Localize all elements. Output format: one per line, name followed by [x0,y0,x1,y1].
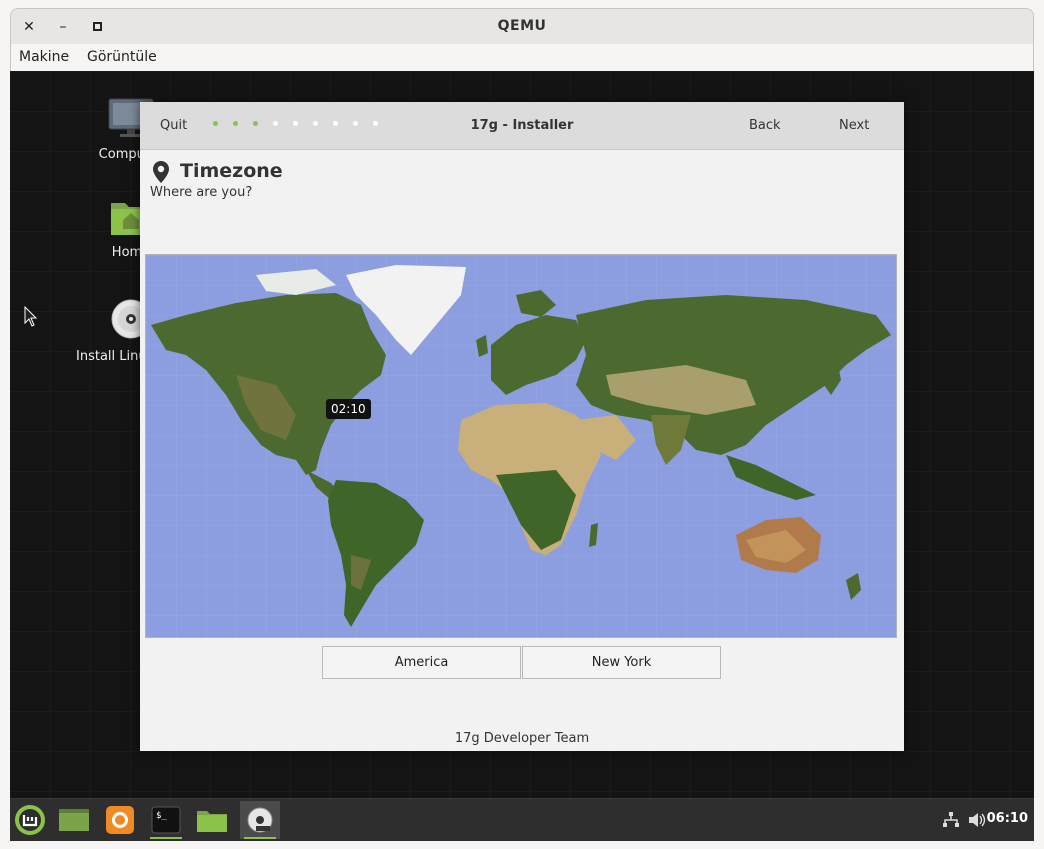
menu-goruntule[interactable]: Görüntüle [87,49,157,65]
world-map [146,255,896,637]
installer-window: Quit 17g - Installer Back Next Timezone … [140,102,904,751]
installer-header: Quit 17g - Installer Back Next [140,102,904,150]
installer-disc-icon[interactable] [240,801,280,839]
taskbar: $_ 06:10 [10,798,1034,841]
show-desktop-icon[interactable] [54,801,94,839]
network-icon[interactable] [942,811,960,829]
region-combo[interactable]: America [322,646,521,679]
timezone-map[interactable]: 02:10 [145,254,897,638]
next-button[interactable]: Next [839,118,869,133]
page-subtitle: Where are you? [150,185,253,200]
location-pin-icon [153,161,169,183]
mint-menu-icon[interactable] [10,801,50,839]
mouse-cursor-icon [24,306,38,327]
window-title: QEMU [497,18,547,34]
svg-text:$_: $_ [156,811,167,821]
terminal-icon[interactable]: $_ [146,801,186,839]
back-button[interactable]: Back [749,118,781,133]
qemu-titlebar: ✕ – QEMU [10,8,1034,44]
installer-footer: 17g Developer Team [454,731,590,746]
running-indicator [150,837,182,839]
guest-screen: Computer Home Install Linux Mint Quit 17… [10,71,1034,841]
running-indicator [244,837,276,839]
qemu-menubar: Makine Görüntüle [10,44,1034,71]
timezone-time-badge: 02:10 [326,399,371,419]
volume-icon[interactable] [968,811,986,829]
city-combo[interactable]: New York [522,646,721,679]
menu-makine[interactable]: Makine [19,49,69,65]
taskbar-clock[interactable]: 06:10 [987,811,1028,826]
firefox-icon[interactable] [100,801,140,839]
page-title: Timezone [180,160,283,182]
installer-title: 17g - Installer [470,118,574,133]
files-icon[interactable] [192,801,232,839]
